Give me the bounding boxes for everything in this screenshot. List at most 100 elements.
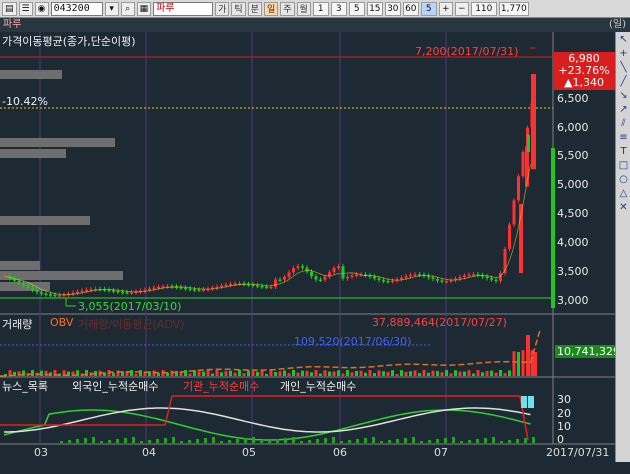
candle bbox=[350, 275, 354, 277]
text-tool-icon[interactable]: T bbox=[617, 145, 630, 158]
candle bbox=[44, 293, 48, 295]
volume-bar bbox=[494, 372, 498, 376]
candle bbox=[525, 146, 529, 187]
volume-bar bbox=[368, 370, 372, 376]
price-axis-label: 6,000 bbox=[557, 121, 589, 134]
candle bbox=[188, 288, 192, 290]
candle bbox=[458, 276, 462, 279]
flow-bar bbox=[92, 437, 95, 443]
profile-bar bbox=[0, 216, 90, 225]
profile-bar bbox=[0, 261, 40, 270]
triangle-icon[interactable]: △ bbox=[617, 187, 630, 200]
volume-bar bbox=[170, 370, 174, 376]
volume-bar bbox=[287, 373, 291, 376]
flow-bar bbox=[236, 439, 239, 443]
price-axis-label: 4,000 bbox=[557, 236, 589, 249]
volume-bar bbox=[386, 371, 390, 376]
volume-bar bbox=[454, 370, 457, 376]
cursor-icon[interactable]: ↖ bbox=[617, 33, 630, 46]
flow-bar bbox=[324, 438, 327, 443]
price-axis-label: 3,500 bbox=[557, 265, 589, 278]
candle bbox=[35, 289, 39, 293]
flow-bar bbox=[156, 439, 159, 443]
candle bbox=[202, 289, 205, 291]
candle bbox=[431, 277, 435, 280]
flow-bar bbox=[220, 441, 223, 443]
flow-bar bbox=[68, 440, 71, 443]
fibonacci-icon[interactable]: ≡ bbox=[617, 131, 630, 144]
line-icon[interactable]: ╲ bbox=[617, 61, 630, 74]
candle bbox=[332, 268, 336, 273]
volume-bar bbox=[31, 370, 34, 376]
candle bbox=[490, 278, 493, 280]
volume-bar bbox=[445, 370, 448, 376]
arrow-icon[interactable]: ↗ bbox=[617, 103, 630, 116]
volume-bar bbox=[269, 370, 273, 376]
volume-bar bbox=[346, 370, 349, 376]
candle bbox=[382, 279, 385, 282]
candle bbox=[373, 276, 376, 279]
flow-bar bbox=[316, 439, 319, 443]
trend-line-icon[interactable]: ╱ bbox=[617, 75, 630, 88]
candle bbox=[229, 283, 232, 286]
candle bbox=[386, 280, 390, 283]
flow-bar bbox=[180, 441, 183, 443]
candle bbox=[494, 279, 498, 282]
volume-bar bbox=[418, 373, 421, 376]
volume-bar bbox=[332, 371, 336, 376]
profile-bar bbox=[0, 271, 123, 280]
volume-bar bbox=[265, 373, 268, 376]
flow-bar bbox=[300, 441, 303, 443]
eraser-icon[interactable]: ✕ bbox=[617, 201, 630, 214]
flow-bar bbox=[444, 438, 447, 443]
flow-bar bbox=[516, 439, 519, 443]
candle bbox=[440, 280, 444, 282]
volume-bar bbox=[490, 370, 493, 376]
candle bbox=[22, 282, 25, 286]
volume-bar bbox=[112, 373, 115, 376]
circle-icon[interactable]: ○ bbox=[617, 173, 630, 186]
date-march: 03 bbox=[34, 446, 48, 459]
candle bbox=[220, 285, 223, 288]
candle bbox=[341, 266, 345, 279]
volume-bar bbox=[364, 372, 367, 376]
volume-bar bbox=[296, 372, 300, 376]
volume-bar bbox=[274, 371, 277, 376]
flow-bar bbox=[372, 437, 375, 443]
volume-bar bbox=[350, 372, 354, 376]
ray-icon[interactable]: ↘ bbox=[617, 89, 630, 102]
date-may: 05 bbox=[242, 446, 256, 459]
volume-bar bbox=[409, 371, 412, 376]
candle bbox=[265, 286, 268, 289]
candle bbox=[463, 275, 466, 277]
flow-bar bbox=[524, 438, 527, 443]
volume-bar bbox=[463, 371, 466, 376]
volume-bar bbox=[134, 373, 138, 376]
volume-bar bbox=[256, 371, 259, 376]
candle bbox=[58, 294, 61, 297]
candle bbox=[31, 287, 34, 290]
channel-icon[interactable]: ⫽ bbox=[617, 117, 630, 130]
flow-bar bbox=[532, 437, 535, 443]
volume-bar bbox=[247, 370, 250, 376]
volume-bar bbox=[215, 370, 219, 376]
candle bbox=[512, 200, 516, 225]
volume-bar bbox=[319, 373, 322, 376]
percent-label: -10.42% bbox=[2, 95, 48, 108]
rectangle-icon[interactable]: □ bbox=[617, 159, 630, 172]
volume-bar bbox=[476, 370, 480, 376]
volume-bar bbox=[220, 372, 223, 376]
candle bbox=[436, 279, 439, 281]
candle bbox=[287, 272, 291, 277]
profile-bar bbox=[0, 138, 115, 147]
flow-bar bbox=[396, 439, 399, 443]
ma-title: 가격이동평균(종가,단순이평) bbox=[2, 35, 136, 48]
crosshair-icon[interactable]: + bbox=[617, 47, 630, 60]
volume-bar bbox=[139, 370, 142, 376]
candle bbox=[413, 274, 417, 276]
volume-bar bbox=[526, 335, 530, 376]
flow-bar bbox=[468, 440, 471, 443]
volume-bar bbox=[337, 370, 340, 376]
profile-bar bbox=[0, 149, 66, 158]
flow-label-individual: 개인_누적순매수 bbox=[280, 380, 357, 393]
